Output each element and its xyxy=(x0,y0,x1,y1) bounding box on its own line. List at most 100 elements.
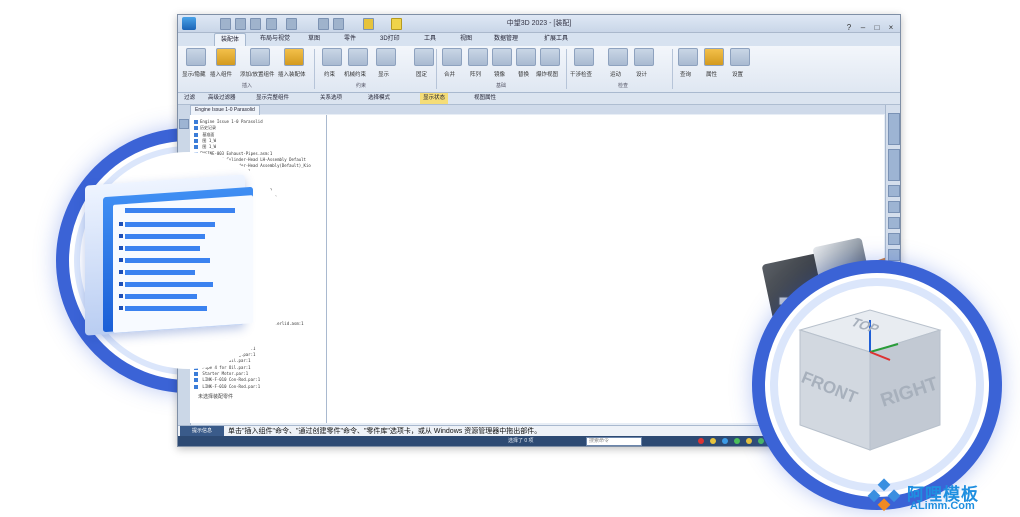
tree-item-label: 图 1_W xyxy=(200,137,217,143)
tab-layout[interactable]: 布局与视觉 xyxy=(254,33,296,46)
ribbon-label-show-hide: 显示/隐藏 xyxy=(182,72,206,78)
tree-item-label: 历史记录 xyxy=(200,125,216,131)
add-component-icon[interactable] xyxy=(250,48,270,66)
tree-item[interactable]: Starter Motor.par:1 xyxy=(194,371,248,376)
ribbon-label-pattern: 阵列 xyxy=(470,72,482,78)
mirror-icon[interactable] xyxy=(492,48,512,66)
constraint-icon[interactable] xyxy=(322,48,342,66)
status-icon[interactable] xyxy=(734,438,740,444)
ribbon-label-insert-component: 插入组件 xyxy=(210,72,233,78)
ribbon-label-constraint: 约束 xyxy=(324,72,336,78)
ribbon-group-basic: 基础 xyxy=(496,83,507,89)
status-icon[interactable] xyxy=(698,438,704,444)
tree-item-label: Engine Issue 1-0 Parasolid xyxy=(200,119,263,124)
mechanical-constraint-icon[interactable] xyxy=(348,48,368,66)
tree-item-label: LINK-F-010 Con-Rod.par:1 xyxy=(200,383,261,389)
tab-view[interactable]: 视图 xyxy=(454,33,478,46)
relation-options-button[interactable]: 关系选项 xyxy=(320,93,342,104)
tree-item[interactable]: 图 1_W xyxy=(194,144,217,150)
assembly-tree-icon[interactable] xyxy=(179,119,189,129)
tab-part[interactable]: 零件 xyxy=(338,33,362,46)
settings-icon[interactable] xyxy=(730,48,750,66)
design-icon[interactable] xyxy=(634,48,654,66)
ribbon-group-constraint: 约束 xyxy=(356,83,367,89)
status-icon[interactable] xyxy=(710,438,716,444)
tree-item-label: 基准面 xyxy=(200,131,215,137)
display-style-icon[interactable] xyxy=(888,185,900,197)
tree-item[interactable]: LINK-F-010 Con-Rod.par:1 xyxy=(194,384,260,389)
window-controls: ? – □ × xyxy=(841,17,897,33)
tab-sketch[interactable]: 草图 xyxy=(302,33,326,46)
tree-checkbox-icon[interactable] xyxy=(194,132,198,137)
display-state-button[interactable]: 显示状态 xyxy=(420,93,449,104)
tab-extensions[interactable]: 扩展工具 xyxy=(538,33,574,46)
tree-item-label: 图 1_W xyxy=(200,144,217,150)
status-icon[interactable] xyxy=(722,438,728,444)
secondary-toolbar: 过滤 高级过滤器 显示完整组件 关系选项 选择模式 显示状态 视图属性 xyxy=(178,93,900,105)
tree-item-label: LINK-F-010 Con-Rod.par:1 xyxy=(200,377,261,383)
render-icon[interactable] xyxy=(888,201,900,213)
tab-tools[interactable]: 工具 xyxy=(418,33,442,46)
properties-icon[interactable] xyxy=(704,48,724,66)
ribbon-label-design: 设计 xyxy=(636,72,648,78)
fix-icon[interactable] xyxy=(414,48,434,66)
tree-checkbox-icon[interactable] xyxy=(194,138,198,143)
motion-icon[interactable] xyxy=(608,48,628,66)
explode-view-icon[interactable] xyxy=(540,48,560,66)
tree-checkbox-icon[interactable] xyxy=(194,384,198,389)
status-icon[interactable] xyxy=(746,438,752,444)
tree-checkbox-icon[interactable] xyxy=(194,126,198,131)
ribbon-separator xyxy=(314,49,315,89)
brand-logo-icon xyxy=(867,478,901,512)
insert-component-icon[interactable] xyxy=(216,48,236,66)
tab-data-management[interactable]: 数据管理 xyxy=(488,33,524,46)
part-library-icon[interactable] xyxy=(888,149,900,181)
close-button[interactable]: × xyxy=(885,22,897,33)
ribbon-label-mirror: 镜像 xyxy=(494,72,506,78)
tree-item[interactable]: LINK-F-010 Con-Rod.par:1 xyxy=(194,377,261,383)
tab-assembly[interactable]: 装配体 xyxy=(214,33,247,47)
display-icon[interactable] xyxy=(376,48,396,66)
ribbon-label-explode: 爆炸视图 xyxy=(536,72,559,78)
command-search-input[interactable]: 搜索命令 xyxy=(586,437,642,446)
tree-checkbox-icon[interactable] xyxy=(194,145,198,150)
layer-icon[interactable] xyxy=(888,217,900,229)
tree-checkbox-icon[interactable] xyxy=(194,378,198,383)
measure-icon[interactable] xyxy=(888,233,900,245)
ribbon-group-insert: 插入 xyxy=(242,83,253,89)
status-icon[interactable] xyxy=(758,438,764,444)
help-button[interactable]: ? xyxy=(843,22,855,33)
maximize-button[interactable]: □ xyxy=(871,22,883,33)
query-icon[interactable] xyxy=(678,48,698,66)
ribbon-separator xyxy=(436,49,437,89)
view-properties-button[interactable]: 视图属性 xyxy=(474,93,496,104)
tree-item[interactable]: 图 1_W xyxy=(194,138,216,143)
ribbon-separator xyxy=(566,49,567,89)
ribbon-label-merge: 合并 xyxy=(444,72,456,78)
history-icon[interactable] xyxy=(888,249,900,261)
interference-check-icon[interactable] xyxy=(574,48,594,66)
selection-count: 选择了 0 项 xyxy=(508,438,534,444)
tree-checkbox-icon[interactable] xyxy=(194,120,198,124)
tree-item[interactable]: 历史记录 xyxy=(194,125,216,131)
advanced-filter-button[interactable]: 高级过滤器 xyxy=(208,93,236,104)
insert-assembly-icon[interactable] xyxy=(284,48,304,66)
ribbon-group-check: 检查 xyxy=(618,83,629,89)
tree-item[interactable]: 基准面 xyxy=(194,132,214,137)
tree-list-lines-icon xyxy=(119,208,235,311)
merge-icon[interactable] xyxy=(442,48,462,66)
selection-mode-button[interactable]: 选择模式 xyxy=(368,93,390,104)
ribbon-label-properties: 属性 xyxy=(706,72,718,78)
pattern-icon[interactable] xyxy=(468,48,488,66)
tree-item[interactable]: Engine Issue 1-0 Parasolid xyxy=(194,119,263,124)
show-hide-icon[interactable] xyxy=(186,48,206,66)
view-manager-icon[interactable] xyxy=(888,113,900,145)
ribbon-label-interference: 干涉检查 xyxy=(570,72,593,78)
tab-3d-print[interactable]: 3D打印 xyxy=(374,33,406,46)
minimize-button[interactable]: – xyxy=(857,22,869,33)
replace-icon[interactable] xyxy=(516,48,536,66)
tree-checkbox-icon[interactable] xyxy=(194,372,198,376)
show-full-component-button[interactable]: 显示完整组件 xyxy=(256,93,289,104)
filter-button[interactable]: 过滤 xyxy=(184,93,195,104)
tree-list-illustration xyxy=(85,170,255,340)
